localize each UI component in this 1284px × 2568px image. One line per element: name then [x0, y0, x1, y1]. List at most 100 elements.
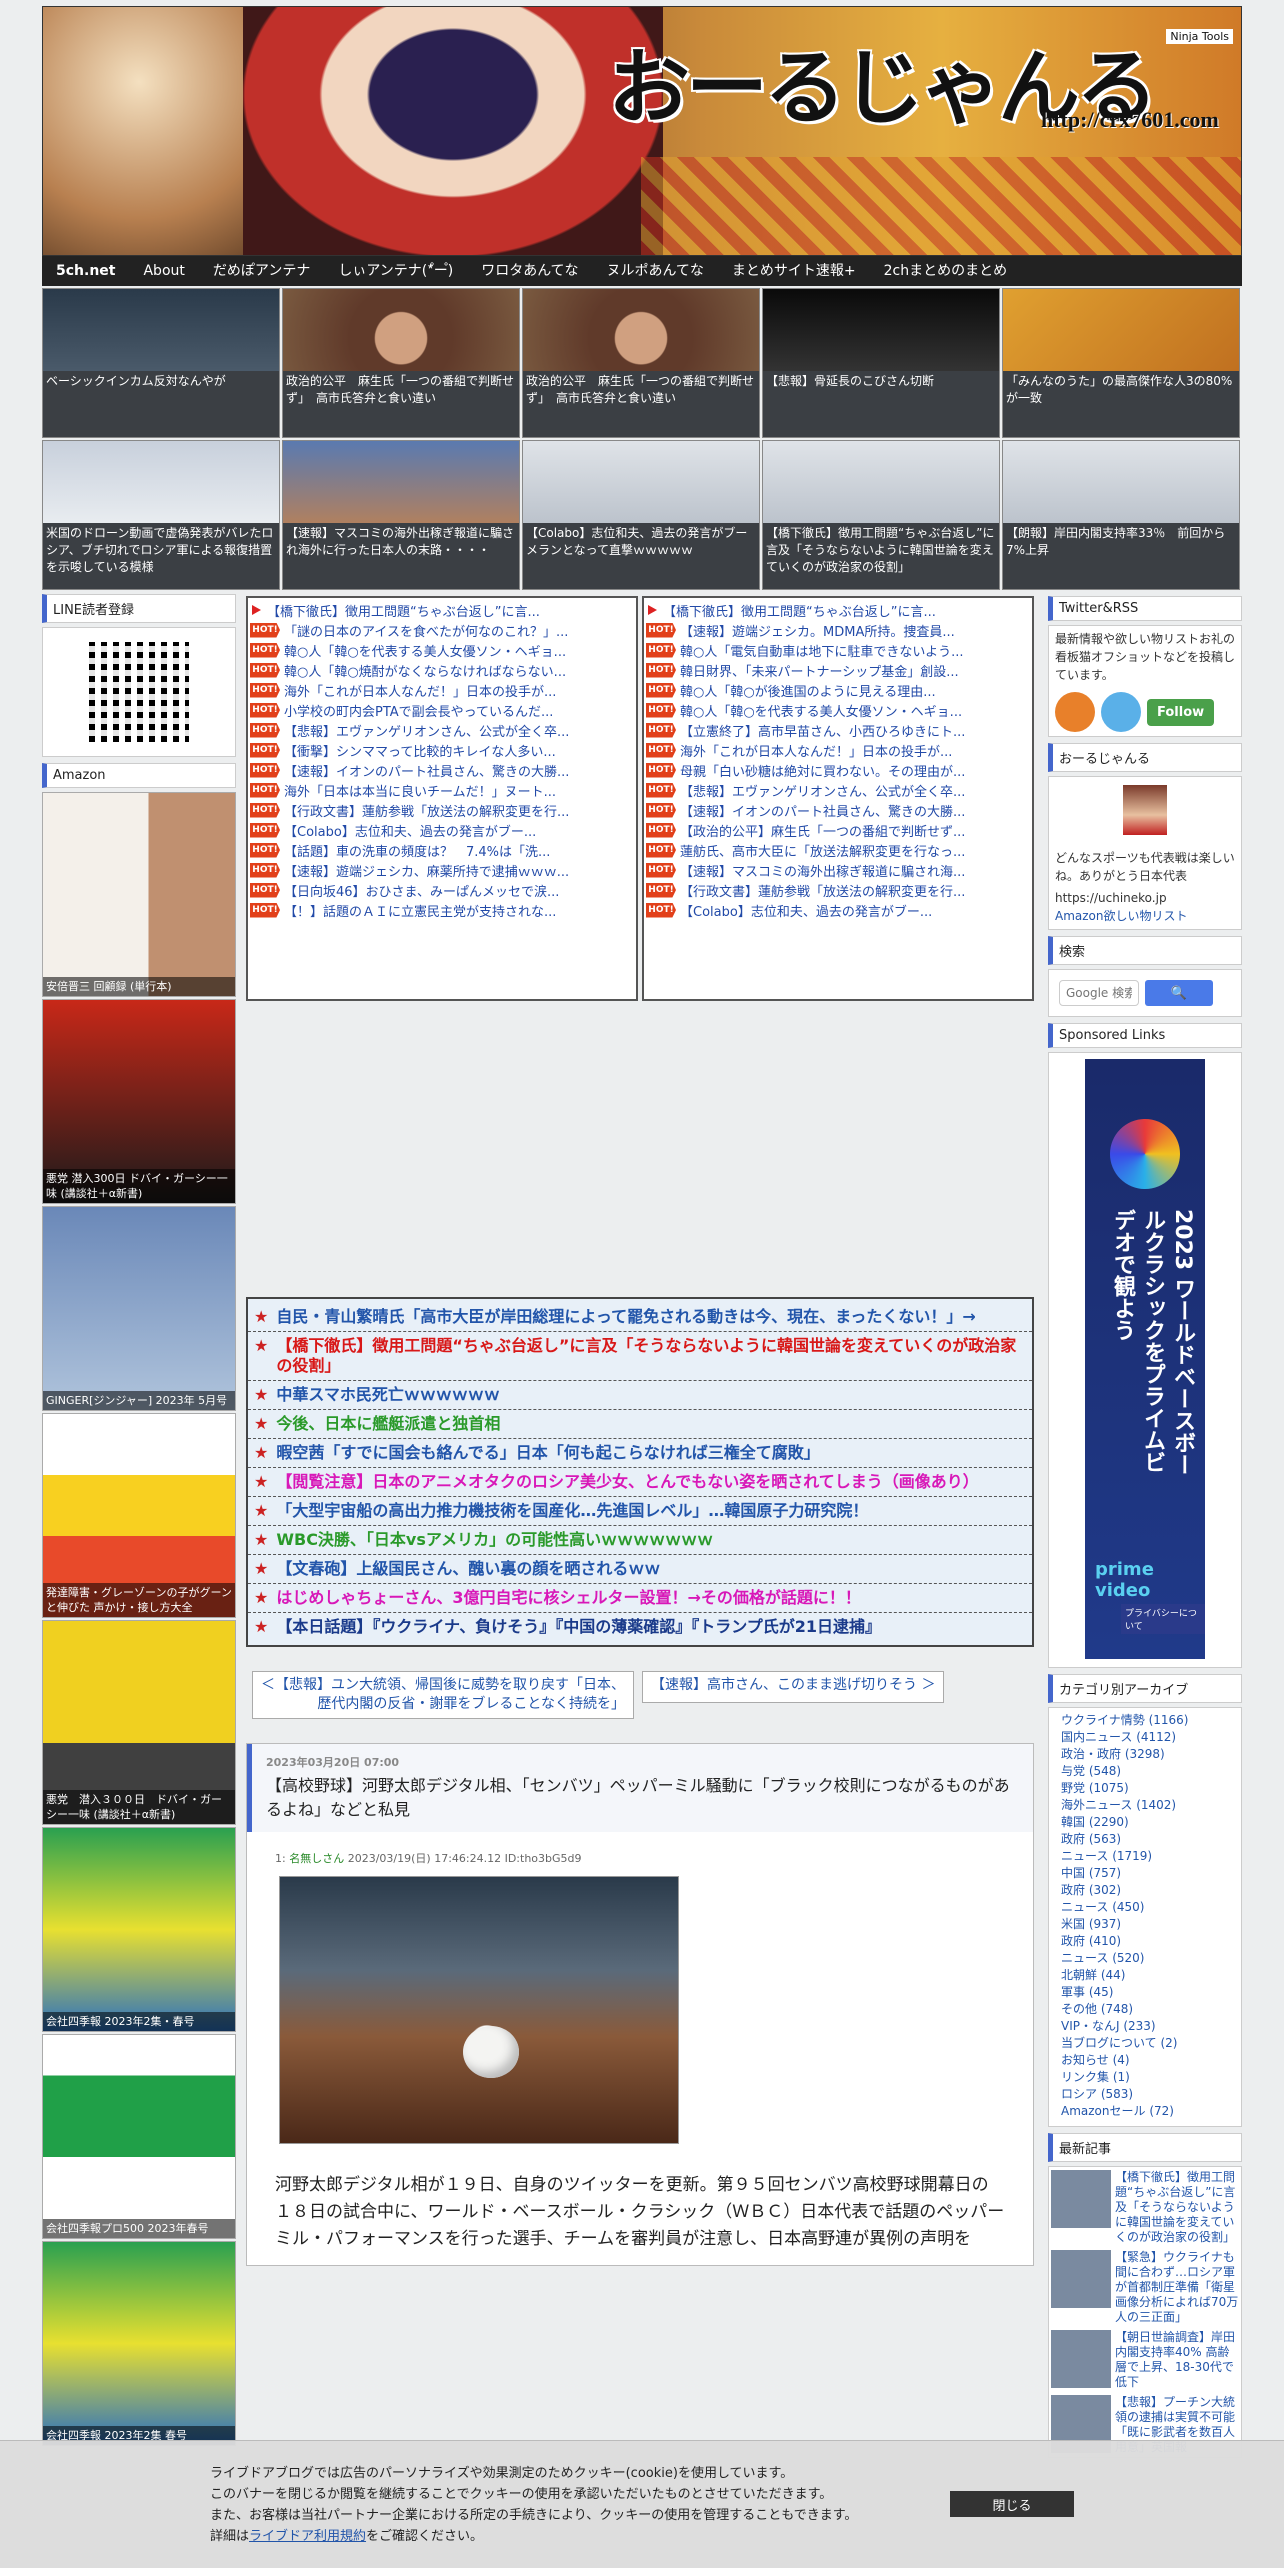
follow-button[interactable]: Follow	[1147, 698, 1215, 726]
thumbnail-card[interactable]: 【橋下徹氏】徴用工問題“ちゃぶ台返し”に言及「そうならないように韓国世論を変えて…	[762, 440, 1000, 590]
rss-item[interactable]: HOT! 「謎の日本のアイスを食べたが何なのこれ？」...	[248, 620, 636, 640]
pickup-item[interactable]: ★ 中華スマホ民死亡ｗｗｗｗｗｗ	[248, 1381, 1032, 1410]
category-link[interactable]: ニュース (450)	[1061, 1899, 1231, 1916]
category-link[interactable]: 軍事 (45)	[1061, 1984, 1231, 2001]
rss-item[interactable]: HOT! 【衝撃】シンママって比較的キレイな人多い...	[248, 740, 636, 760]
pickup-item[interactable]: ★ はじめしゃちょーさん、3億円自宅に核シェルター設置！→その価格が話題に！！	[248, 1584, 1032, 1613]
rss-item[interactable]: HOT! 【速報】イオンのパート社員さん、驚きの大勝...	[248, 760, 636, 780]
rss-item[interactable]: HOT! 【速報】マスコミの海外出稼ぎ報道に騙され海...	[644, 860, 1032, 880]
category-link[interactable]: ロシア (583)	[1061, 2086, 1231, 2103]
category-link[interactable]: その他 (748)	[1061, 2001, 1231, 2018]
rss-feed-left[interactable]: 【橋下徹氏】徴用工問題“ちゃぶ台返し”に言... HOT! 「謎の日本のアイスを食べ…	[246, 596, 638, 1001]
amazon-book[interactable]: 発達障害・グレーゾーンの子がグーンと伸びた 声かけ・接し方大全	[42, 1413, 236, 1618]
prev-article-link[interactable]: ＜【悲報】ユン大統領、帰国後に威勢を取り戻す「日本、歴代内閣の反省・謝罪をブレる…	[252, 1671, 634, 1719]
rss-item[interactable]: HOT! 【速報】イオンのパート社員さん、驚きの大勝...	[644, 800, 1032, 820]
category-link[interactable]: 海外ニュース (1402)	[1061, 1797, 1231, 1814]
site-banner[interactable]: おーるじゃんる http://crx7601.com Ninja Tools	[42, 6, 1242, 256]
rss-item[interactable]: HOT! 海外「これが日本人なんだ！」日本の投手が...	[644, 740, 1032, 760]
pickup-item[interactable]: ★ 【閲覧注意】日本のアニメオタクのロシア美少女、とんでもない姿を晒されてしまう（…	[248, 1468, 1032, 1497]
rss-item[interactable]: HOT! 【速報】遊端ジェシカ。MDMA所持。捜査員...	[644, 620, 1032, 640]
category-link[interactable]: 韓国 (2290)	[1061, 1814, 1231, 1831]
thumbnail-card[interactable]: 「みんなのうた」の最高傑作な人3の80%が一致	[1002, 288, 1240, 438]
pickup-item[interactable]: ★ 暇空茜「すでに国会も絡んでる」日本「何も起こらなければ三権全て腐敗」	[248, 1439, 1032, 1468]
cookie-close-button[interactable]: 閉じる	[950, 2491, 1074, 2517]
rss-item[interactable]: HOT! 【話題】車の洗車の頻度は？ 7.4%は「洗...	[248, 840, 636, 860]
thumbnail-card[interactable]: 政治的公平 麻生氏「一つの番組で判断せず」 高市氏答弁と食い違い	[282, 288, 520, 438]
rss-item[interactable]: HOT! 【速報】遊端ジェシカ、麻薬所持で逮捕ｗｗｗ...	[248, 860, 636, 880]
amazon-book[interactable]: GINGER[ジンジャー] 2023年 5月号	[42, 1206, 236, 1411]
category-link[interactable]: ウクライナ情勢 (1166)	[1061, 1712, 1231, 1729]
pickup-item[interactable]: ★ 自民・青山繁晴氏「高市大臣が岸田総理によって罷免される動きは今、現在、まったく…	[248, 1303, 1032, 1332]
article-title[interactable]: 【高校野球】河野太郎デジタル相、「センバツ」ペッパーミル騒動に「ブラック校則につ…	[266, 1774, 1019, 1822]
pickup-item[interactable]: ★ WBC決勝、「日本vsアメリカ」の可能性高いｗｗｗｗｗｗｗ	[248, 1526, 1032, 1555]
thumbnail-card[interactable]: 【朗報】岸田内閣支持率33％ 前回から7%上昇	[1002, 440, 1240, 590]
category-link[interactable]: VIP・なんJ (233)	[1061, 2018, 1231, 2035]
rss-feed-right[interactable]: 【橋下徹氏】徴用工問題“ちゃぶ台返し”に言... HOT! 【速報】遊端ジェシカ。M…	[642, 596, 1034, 1001]
nav-item[interactable]: まとめサイト速報+	[718, 256, 870, 286]
thumbnail-card[interactable]: 【悲報】骨延長のこびさん切断	[762, 288, 1000, 438]
rss-item[interactable]: HOT! 【悲報】エヴァンゲリオンさん、公式が全く卒...	[248, 720, 636, 740]
recent-post[interactable]: 【緊急】ウクライナも間に合わず…ロシア軍が首都制圧準備「衛星画像分析によれば70…	[1049, 2247, 1241, 2327]
search-input[interactable]	[1059, 980, 1139, 1006]
rss-item[interactable]: 【橋下徹氏】徴用工問題“ちゃぶ台返し”に言...	[644, 600, 1032, 620]
amazon-book[interactable]: 安倍晋三 回顧録 (単行本)	[42, 792, 236, 997]
rss-item[interactable]: 【橋下徹氏】徴用工問題“ちゃぶ台返し”に言...	[248, 600, 636, 620]
thumbnail-card[interactable]: 【Colabo】志位和夫、過去の発言がブーメランとなって直撃ｗｗｗｗｗ	[522, 440, 760, 590]
category-link[interactable]: 国内ニュース (4112)	[1061, 1729, 1231, 1746]
qr-code[interactable]	[89, 642, 189, 742]
amazon-book[interactable]: 会社四季報プロ500 2023年春号	[42, 2034, 236, 2239]
category-link[interactable]: 政治・政府 (3298)	[1061, 1746, 1231, 1763]
pickup-item[interactable]: ★ 「大型宇宙船の高出力推力機技術を国産化…先進国レベル」…韓国原子力研究院！	[248, 1497, 1032, 1526]
wishlist-link[interactable]: Amazon欲しい物リスト	[1049, 907, 1241, 929]
thumbnail-card[interactable]: ベーシックインカム反対なんやが	[42, 288, 280, 438]
category-link[interactable]: 与党 (548)	[1061, 1763, 1231, 1780]
ninja-tools-badge[interactable]: Ninja Tools	[1166, 29, 1233, 44]
pickup-item[interactable]: ★ 【橋下徹氏】徴用工問題“ちゃぶ台返し”に言及「そうならないように韓国世論を変え…	[248, 1332, 1032, 1381]
nav-item[interactable]: だめぽアンテナ	[199, 256, 324, 286]
twitter-icon[interactable]	[1101, 692, 1141, 732]
terms-link[interactable]: ライブドア利用規約	[249, 2529, 366, 2544]
rss-item[interactable]: HOT! 海外「日本は本当に良いチームだ！」ヌート...	[248, 780, 636, 800]
category-link[interactable]: 中国 (757)	[1061, 1865, 1231, 1882]
category-link[interactable]: 野党 (1075)	[1061, 1780, 1231, 1797]
rss-item[interactable]: HOT! 【悲報】エヴァンゲリオンさん、公式が全く卒...	[644, 780, 1032, 800]
rss-icon[interactable]	[1055, 692, 1095, 732]
nav-item[interactable]: ワロタあんてな	[467, 256, 592, 286]
rss-item[interactable]: HOT! 【立憲終了】高市早苗さん、小西ひろゆきにト...	[644, 720, 1032, 740]
nav-item[interactable]: 5ch.net	[56, 256, 129, 286]
category-link[interactable]: 当ブログについて (2)	[1061, 2035, 1231, 2052]
nav-item[interactable]: 2chまとめのまとめ	[870, 256, 1021, 286]
rss-item[interactable]: HOT! 小学校の町内会PTAで副会長やっているんだ...	[248, 700, 636, 720]
rss-item[interactable]: HOT! 【行政文書】蓮舫参戦「放送法の解釈変更を行...	[248, 800, 636, 820]
amazon-book[interactable]: 会社四季報 2023年2集 春号	[42, 2241, 236, 2446]
rss-item[interactable]: HOT! 【Colabo】志位和夫、過去の発言がブー...	[248, 820, 636, 840]
rss-item[interactable]: HOT! 【！】話題のＡＩに立憲民主党が支持されな...	[248, 900, 636, 920]
rss-item[interactable]: HOT! 【政治的公平】麻生氏「一つの番組で判断せず...	[644, 820, 1032, 840]
thumbnail-card[interactable]: 米国のドローン動画で虚偽発表がバレたロシア、ブチ切れでロシア軍による報復措置を示…	[42, 440, 280, 590]
category-link[interactable]: 北朝鮮 (44)	[1061, 1967, 1231, 1984]
rss-item[interactable]: HOT! 韓○人「韓○を代表する美人女優ソン・ヘギョ...	[644, 700, 1032, 720]
nav-item[interactable]: ヌルポあんてな	[593, 256, 718, 286]
thumbnail-card[interactable]: 政治的公平 麻生氏「一つの番組で判断せず」 高市氏答弁と食い違い	[522, 288, 760, 438]
thumbnail-card[interactable]: 【速報】マスコミの海外出稼ぎ報道に騙され海外に行った日本人の末路・・・・	[282, 440, 520, 590]
category-link[interactable]: 米国 (937)	[1061, 1916, 1231, 1933]
pickup-item[interactable]: ★ 【本日話題】『ウクライナ、負けそう』『中国の薄薬確認』『トランプ氏が21日逮捕…	[248, 1613, 1032, 1641]
amazon-book[interactable]: 悪党 潜入３００日 ドバイ・ガーシー一味 (講談社＋α新書)	[42, 1620, 236, 1825]
nav-item[interactable]: しぃアンテナ(*゚ー゚)	[324, 256, 467, 286]
category-link[interactable]: Amazonセール (72)	[1061, 2103, 1231, 2120]
rss-item[interactable]: HOT! 【行政文書】蓮舫参戦「放送法の解釈変更を行...	[644, 880, 1032, 900]
amazon-book[interactable]: 会社四季報 2023年2集・春号	[42, 1827, 236, 2032]
rss-item[interactable]: HOT! 海外「これが日本人なんだ！」日本の投手が...	[248, 680, 636, 700]
prime-video-ad[interactable]: 2023 ワールドベースボールクラシックをプライムビデオで観よう prime v…	[1085, 1059, 1205, 1659]
category-link[interactable]: 政府 (302)	[1061, 1882, 1231, 1899]
rss-item[interactable]: HOT! 韓日財界、「未来パートナーシップ基金」創設...	[644, 660, 1032, 680]
next-article-link[interactable]: 【速報】高市さん、このまま逃げ切りそう ＞	[642, 1671, 945, 1703]
ad-privacy[interactable]: プライバシーについて	[1121, 1604, 1205, 1634]
recent-post[interactable]: 【橋下徹氏】徴用工問題“ちゃぶ台返し”に言及「そうならないように韓国世論を変えて…	[1049, 2167, 1241, 2247]
profile-link[interactable]: https://uchineko.jp	[1049, 889, 1241, 907]
rss-item[interactable]: HOT! 【Colabo】志位和夫、過去の発言がブー...	[644, 900, 1032, 920]
search-button[interactable]: 🔍	[1145, 980, 1213, 1006]
rss-item[interactable]: HOT! 韓○人「電気自動車は地下に駐車できないよう...	[644, 640, 1032, 660]
pickup-item[interactable]: ★ 【文春砲】上級国民さん、醜い裏の顔を晒されるｗｗ	[248, 1555, 1032, 1584]
rss-item[interactable]: HOT! 韓○人「韓○を代表する美人女優ソン・ヘギョ...	[248, 640, 636, 660]
